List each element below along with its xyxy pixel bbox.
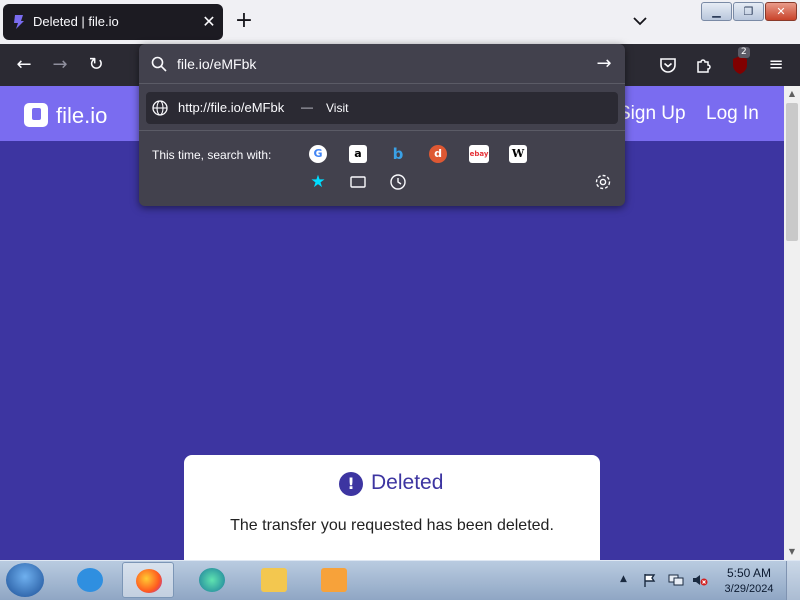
duckduckgo-engine-icon[interactable]: d xyxy=(429,145,447,163)
firefox-icon xyxy=(136,569,162,593)
tab-title: Deleted | file.io xyxy=(33,14,119,29)
ebay-engine-icon[interactable]: ebay xyxy=(469,145,489,163)
fileio-favicon-icon xyxy=(14,15,24,29)
amazon-engine-icon[interactable]: a xyxy=(349,145,367,163)
taskbar-media-player[interactable] xyxy=(308,562,360,598)
url-suggestion-row[interactable]: http://file.io/eMFbk — Visit xyxy=(146,92,618,124)
ublock-shield-icon xyxy=(733,56,747,74)
internet-explorer-icon xyxy=(77,568,103,592)
tab-active[interactable]: Deleted | file.io ✕ xyxy=(3,4,223,40)
taskbar-internet-explorer[interactable] xyxy=(64,562,116,598)
card-title: Deleted xyxy=(371,471,444,494)
dropdown-divider xyxy=(139,130,625,131)
go-arrow-icon[interactable]: → xyxy=(593,54,615,74)
minimize-button[interactable]: ▁ xyxy=(701,2,732,21)
forward-button[interactable]: → xyxy=(48,53,72,77)
google-engine-icon[interactable]: G xyxy=(309,145,327,163)
log-in-link[interactable]: Log In xyxy=(706,103,759,125)
exclamation-circle-icon: ! xyxy=(339,472,363,496)
new-tab-button[interactable]: + xyxy=(232,10,256,34)
url-input-value: file.io/eMFbk xyxy=(177,56,257,72)
folder-icon xyxy=(261,568,287,592)
restore-button[interactable]: ❐ xyxy=(733,2,764,21)
suggestion-url: http://file.io/eMFbk xyxy=(178,100,285,115)
site-brand[interactable]: file.io xyxy=(56,103,107,129)
tab-close-icon[interactable]: ✕ xyxy=(199,12,219,32)
back-button[interactable]: ← xyxy=(12,53,36,77)
taskbar-firefox[interactable] xyxy=(122,562,174,598)
media-player-icon xyxy=(321,568,347,592)
fileio-logo-icon[interactable] xyxy=(24,103,48,127)
extensions-button[interactable] xyxy=(692,53,716,77)
scroll-up-icon[interactable]: ▲ xyxy=(784,86,800,102)
tabs-icon[interactable] xyxy=(349,173,367,191)
search-with-label: This time, search with: xyxy=(152,148,272,162)
wikipedia-engine-icon[interactable]: W xyxy=(509,145,527,163)
history-clock-icon[interactable] xyxy=(389,173,407,191)
sign-up-link[interactable]: Sign Up xyxy=(618,103,686,125)
card-message: The transfer you requested has been dele… xyxy=(230,517,554,534)
bing-engine-icon[interactable]: b xyxy=(389,145,407,163)
gear-icon[interactable] xyxy=(594,173,612,191)
suggestion-separator: — xyxy=(301,100,313,114)
puzzle-icon xyxy=(697,59,711,73)
reload-button[interactable]: ↻ xyxy=(84,53,108,77)
action-center-flag-icon[interactable] xyxy=(642,573,658,587)
clock-time[interactable]: 5:50 AM xyxy=(714,566,784,580)
close-window-button[interactable]: ✕ xyxy=(765,2,797,21)
ublock-origin-button[interactable]: 2 xyxy=(728,47,752,77)
scroll-down-icon[interactable]: ▼ xyxy=(784,544,800,560)
pocket-icon xyxy=(660,58,676,73)
extension-badge: 2 xyxy=(738,47,750,58)
scrollbar-thumb[interactable] xyxy=(786,103,798,241)
list-all-tabs-chevron-icon[interactable] xyxy=(628,12,652,32)
network-icon[interactable] xyxy=(668,573,684,587)
search-icon xyxy=(151,56,167,72)
edge-icon xyxy=(199,568,225,592)
url-input[interactable]: file.io/eMFbk → xyxy=(139,44,625,84)
taskbar-edge[interactable] xyxy=(186,562,238,598)
show-desktop-button[interactable] xyxy=(786,561,800,600)
bookmarks-star-icon[interactable]: ★ xyxy=(309,173,327,191)
taskbar-file-explorer[interactable] xyxy=(248,562,300,598)
start-button[interactable] xyxy=(6,563,44,597)
urlbar-dropdown: file.io/eMFbk → http://file.io/eMFbk — V… xyxy=(139,44,625,206)
globe-icon xyxy=(152,100,168,116)
pocket-button[interactable] xyxy=(656,53,680,77)
deleted-card: ! Deleted The transfer you requested has… xyxy=(184,455,600,565)
volume-muted-icon[interactable] xyxy=(692,573,708,587)
suggestion-action: Visit xyxy=(326,101,349,115)
clock-date[interactable]: 3/29/2024 xyxy=(714,583,784,595)
app-menu-button[interactable]: ≡ xyxy=(764,53,788,77)
tray-expand-icon[interactable]: ▲ xyxy=(620,574,627,584)
